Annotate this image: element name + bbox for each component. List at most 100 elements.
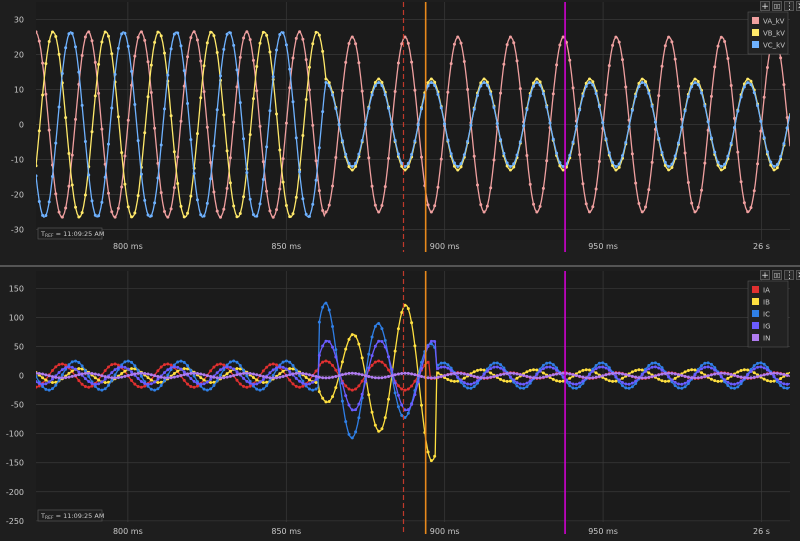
sample-point [74,45,78,49]
sample-point [568,376,572,380]
more-menu-icon[interactable]: ⋮ [784,270,794,281]
sample-point [311,202,315,206]
sample-point [314,369,318,373]
sample-point [367,352,371,356]
sample-point [383,363,387,367]
sample-point [298,170,302,174]
sample-point [44,214,48,218]
sample-point [97,378,101,382]
sample-point [106,34,110,38]
sample-point [44,62,48,66]
sample-point [215,371,219,375]
sample-point [670,165,674,169]
sample-point [653,365,657,369]
add-icon[interactable]: + [760,1,770,12]
sample-point [169,366,173,370]
sample-point [199,59,203,63]
sample-point [367,393,371,397]
sample-point [64,376,68,380]
split-view-icon[interactable]: ▯▯ [772,270,782,280]
sample-point [54,375,58,379]
sample-point [156,369,160,373]
close-icon[interactable]: ✕ [796,1,800,12]
sample-point [709,362,713,366]
sample-point [456,371,460,375]
sample-point [83,35,87,39]
sample-point [508,375,512,379]
sample-point [446,366,450,370]
sample-point [354,408,358,412]
sample-point [581,368,585,372]
sample-point [400,387,404,391]
legend-label: IC [763,311,770,319]
sample-point [680,125,684,129]
sample-point [331,363,335,367]
sample-point [492,158,496,162]
sample-point [690,201,694,205]
sample-point [172,32,176,36]
sample-point [67,32,71,36]
sample-point [344,372,348,376]
sample-point [225,186,229,190]
sample-point [44,382,48,386]
sample-point [759,361,763,365]
sample-point [314,378,318,382]
sample-point [495,374,499,378]
sample-point [696,369,700,373]
sample-point [482,210,486,214]
sample-point [673,57,677,61]
sample-point [709,366,713,370]
sample-point [410,152,414,156]
sample-point [77,215,81,219]
sample-point [729,373,733,377]
sample-point [456,375,460,379]
sample-point [535,210,539,214]
sample-point [624,85,628,89]
sample-point [726,372,730,376]
sample-point [446,377,450,381]
split-view-icon[interactable]: ▯▯ [772,1,782,11]
sample-point [746,368,750,372]
sample-point [772,164,776,168]
add-icon[interactable]: + [760,270,770,281]
sample-point [90,382,94,386]
sample-point [627,373,631,377]
sample-point [103,377,107,381]
sample-point [765,379,769,383]
sample-point [634,375,638,379]
sample-point [436,367,440,371]
sample-point [186,364,190,368]
sample-point [502,151,506,155]
sample-point [311,388,315,392]
x-tick-label: 950 ms [588,242,618,251]
sample-point [238,382,242,386]
sample-point [548,365,552,369]
sample-point [443,374,447,378]
sample-point [248,381,252,385]
x-tick-label: 850 ms [271,527,301,536]
sample-point [106,383,110,387]
sample-point [162,51,166,55]
more-menu-icon[interactable]: ⋮ [784,1,794,12]
sample-point [50,174,54,178]
sample-point [242,36,246,40]
sample-point [726,376,730,380]
sample-point [344,347,348,351]
sample-point [419,374,423,378]
sample-point [396,393,400,397]
sample-point [518,140,522,144]
sample-point [70,374,74,378]
sample-point [627,382,631,386]
sample-point [597,361,601,365]
sample-point [268,376,272,380]
sample-point [597,160,601,164]
sample-point [653,120,657,124]
sample-point [126,359,130,363]
sample-point [77,70,81,74]
sample-point [380,376,384,380]
sample-point [640,210,644,214]
close-icon[interactable]: ✕ [796,270,800,281]
sample-point [235,215,239,219]
sample-point [57,210,61,214]
sample-point [545,361,549,365]
